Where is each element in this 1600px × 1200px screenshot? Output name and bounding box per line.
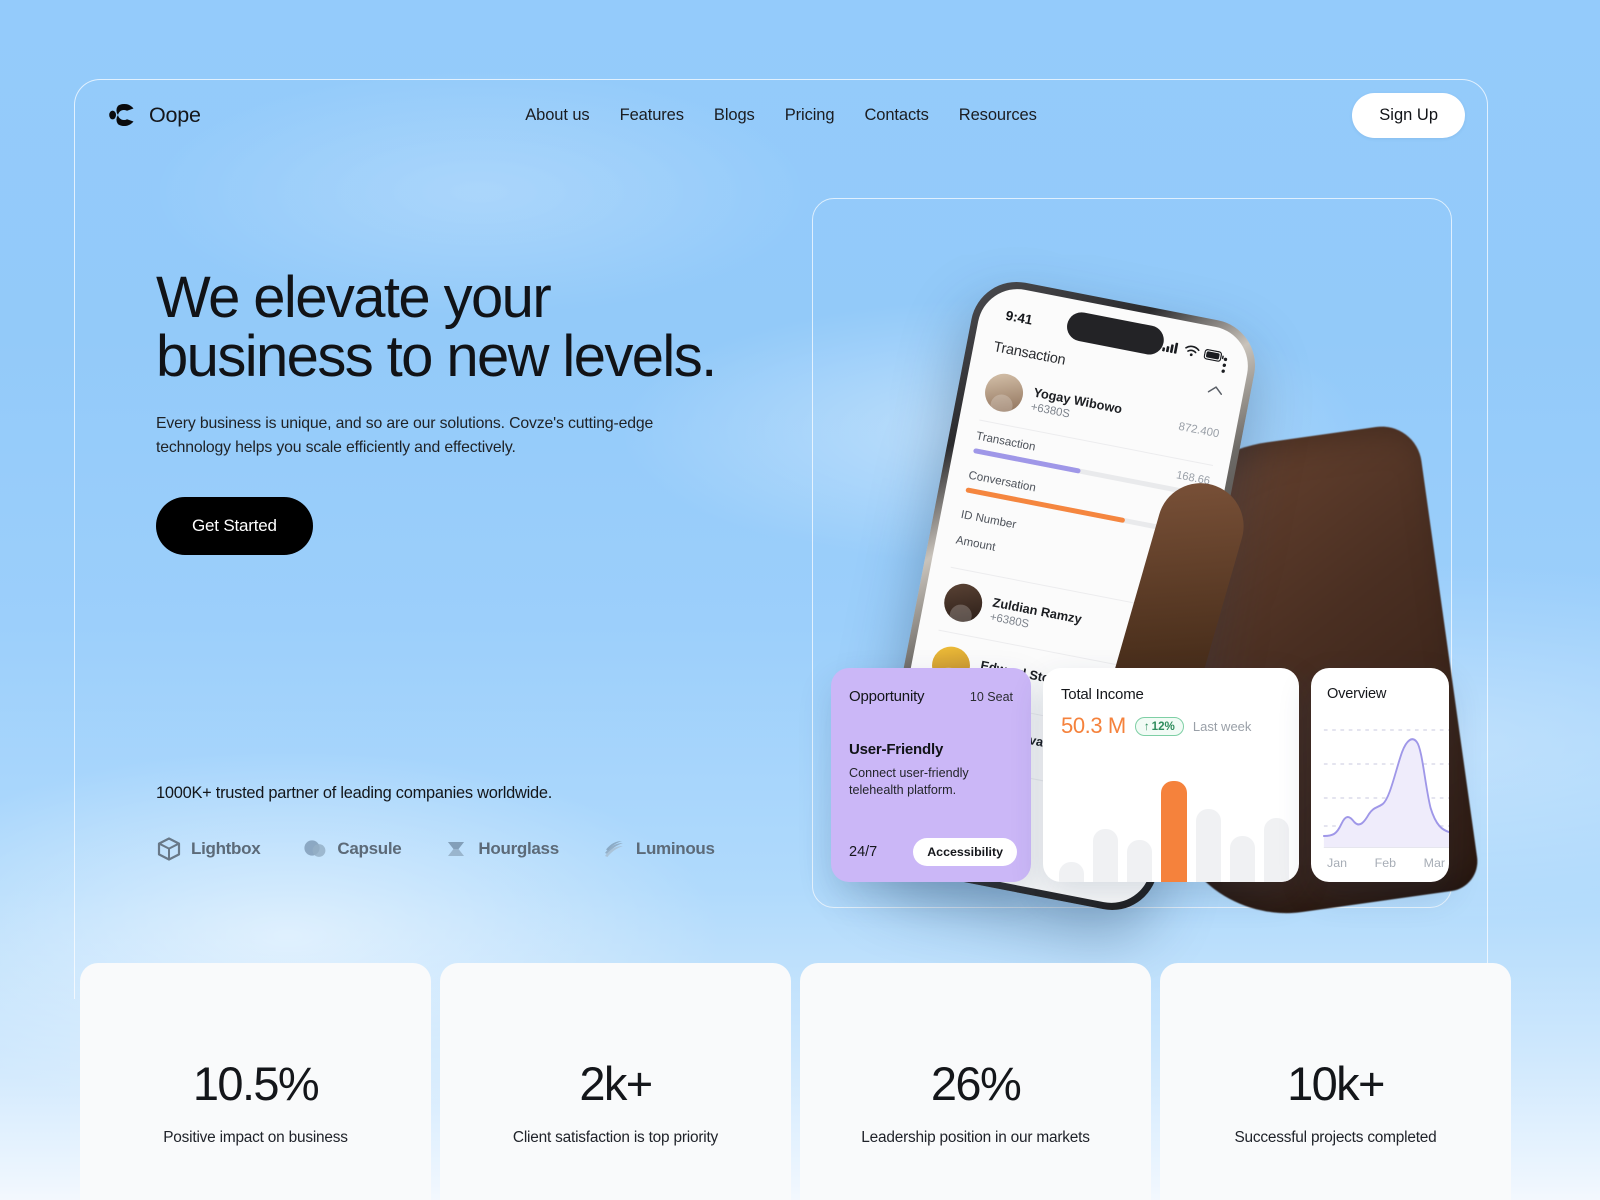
overview-area-chart [1322, 729, 1449, 848]
arrow-up-icon: ↑ [1143, 719, 1150, 733]
partner-label: Capsule [337, 839, 402, 858]
opportunity-heading: User-Friendly [849, 741, 944, 758]
stat-label: Successful projects completed [1234, 1129, 1437, 1146]
overview-title: Overview [1327, 686, 1387, 702]
nav-link-resources[interactable]: Resources [959, 106, 1037, 125]
partner-logo-row: Lightbox Capsule Hourglass Luminous [156, 836, 836, 862]
chevron-up-icon[interactable] [1207, 384, 1225, 397]
nav-link-blogs[interactable]: Blogs [714, 106, 755, 125]
account-value: 872.400 [1177, 420, 1221, 441]
x-tick-jan: Jan [1327, 856, 1347, 870]
bar [1127, 840, 1153, 882]
cube-icon [157, 837, 181, 861]
partner-label: Lightbox [191, 839, 261, 858]
income-bar-chart [1059, 772, 1289, 882]
opportunity-body: Connect user-friendly telehealth platfor… [849, 766, 969, 798]
overview-card: Overview Jan Feb Mar [1311, 668, 1449, 882]
stat-number: 10k+ [1287, 1057, 1385, 1110]
screen-title: Transaction [992, 339, 1067, 369]
opportunity-hours: 24/7 [849, 844, 878, 860]
x-tick-mar: Mar [1423, 856, 1445, 870]
area-fill [1323, 739, 1449, 848]
dynamic-island [1064, 309, 1167, 357]
hero-subtitle: Every business is unique, and so are our… [156, 415, 654, 456]
sign-up-button[interactable]: Sign Up [1352, 92, 1465, 138]
field-label: ID Number [959, 507, 1018, 532]
income-title: Total Income [1061, 686, 1144, 703]
stats-section: 10.5% Positive impact on business 2k+ Cl… [80, 963, 1520, 1200]
bar-highlighted [1161, 780, 1187, 882]
total-income-card: Total Income 50.3 M ↑ 12% Last week [1043, 668, 1299, 882]
field-label: Amount [954, 533, 997, 554]
partner-label: Hourglass [478, 839, 559, 858]
bar [1195, 809, 1221, 882]
page-title: We elevate your business to new levels. [156, 265, 717, 390]
opportunity-card: Opportunity 10 Seat User-Friendly Connec… [831, 668, 1031, 882]
partners-caption: 1000K+ trusted partner of leading compan… [156, 784, 553, 802]
stat-label: Positive impact on business [163, 1129, 348, 1146]
stat-number: 2k+ [579, 1057, 653, 1110]
nav-link-features[interactable]: Features [620, 106, 684, 125]
bar [1263, 818, 1289, 882]
partners-section: 1000K+ trusted partner of leading compan… [156, 784, 836, 862]
partner-luminous[interactable]: Luminous [601, 836, 715, 862]
opportunity-seats: 10 Seat [969, 689, 1013, 704]
stat-number: 26% [930, 1057, 1022, 1110]
hero-content: We elevate your business to new levels. … [156, 265, 776, 556]
nav-links: About us Features Blogs Pricing Contacts… [525, 106, 1037, 125]
bar [1093, 829, 1119, 882]
income-delta-value: 12% [1151, 719, 1175, 733]
nav-link-contacts[interactable]: Contacts [864, 106, 928, 125]
stat-card: 10.5% Positive impact on business [80, 963, 431, 1200]
income-period: Last week [1192, 718, 1252, 734]
nav-link-about-us[interactable]: About us [525, 106, 589, 125]
stat-label: Leadership position in our markets [861, 1129, 1090, 1146]
brand-logo[interactable]: Oope [108, 102, 201, 128]
avatar [940, 580, 986, 626]
nav-link-pricing[interactable]: Pricing [785, 106, 835, 125]
waves-icon [604, 841, 623, 857]
stat-card: 26% Leadership position in our markets [800, 963, 1151, 1200]
cellular-icon [1162, 342, 1179, 354]
stat-card: 2k+ Client satisfaction is top priority [440, 963, 791, 1200]
accessibility-button[interactable]: Accessibility [913, 838, 1017, 866]
bar [1059, 862, 1085, 882]
overview-x-labels: Jan Feb Mar [1327, 856, 1445, 870]
partner-lightbox[interactable]: Lightbox [156, 836, 261, 862]
wifi-icon [1185, 345, 1200, 357]
avatar [981, 370, 1027, 416]
brand-name: Oope [149, 102, 201, 127]
hourglass-icon [448, 842, 465, 856]
stat-card: 10k+ Successful projects completed [1160, 963, 1511, 1200]
bar [1229, 835, 1255, 882]
status-icons [1162, 339, 1225, 363]
status-time: 9:41 [1004, 307, 1034, 328]
navbar: Oope About us Features Blogs Pricing Con… [74, 92, 1488, 138]
get-started-button[interactable]: Get Started [156, 497, 313, 556]
stat-number: 10.5% [192, 1057, 320, 1110]
opportunity-title: Opportunity [849, 688, 925, 705]
circles-icon [304, 840, 326, 857]
x-tick-feb: Feb [1374, 856, 1396, 870]
partner-hourglass[interactable]: Hourglass [443, 836, 559, 862]
partner-label: Luminous [635, 839, 715, 858]
page-root: Oope About us Features Blogs Pricing Con… [0, 0, 1600, 1200]
income-delta-badge: ↑ 12% [1134, 716, 1184, 736]
partner-capsule[interactable]: Capsule [302, 836, 402, 862]
income-value: 50.3 M [1061, 713, 1126, 738]
oope-logo-icon [109, 103, 134, 127]
stat-label: Client satisfaction is top priority [512, 1129, 719, 1146]
battery-icon [1203, 348, 1224, 362]
